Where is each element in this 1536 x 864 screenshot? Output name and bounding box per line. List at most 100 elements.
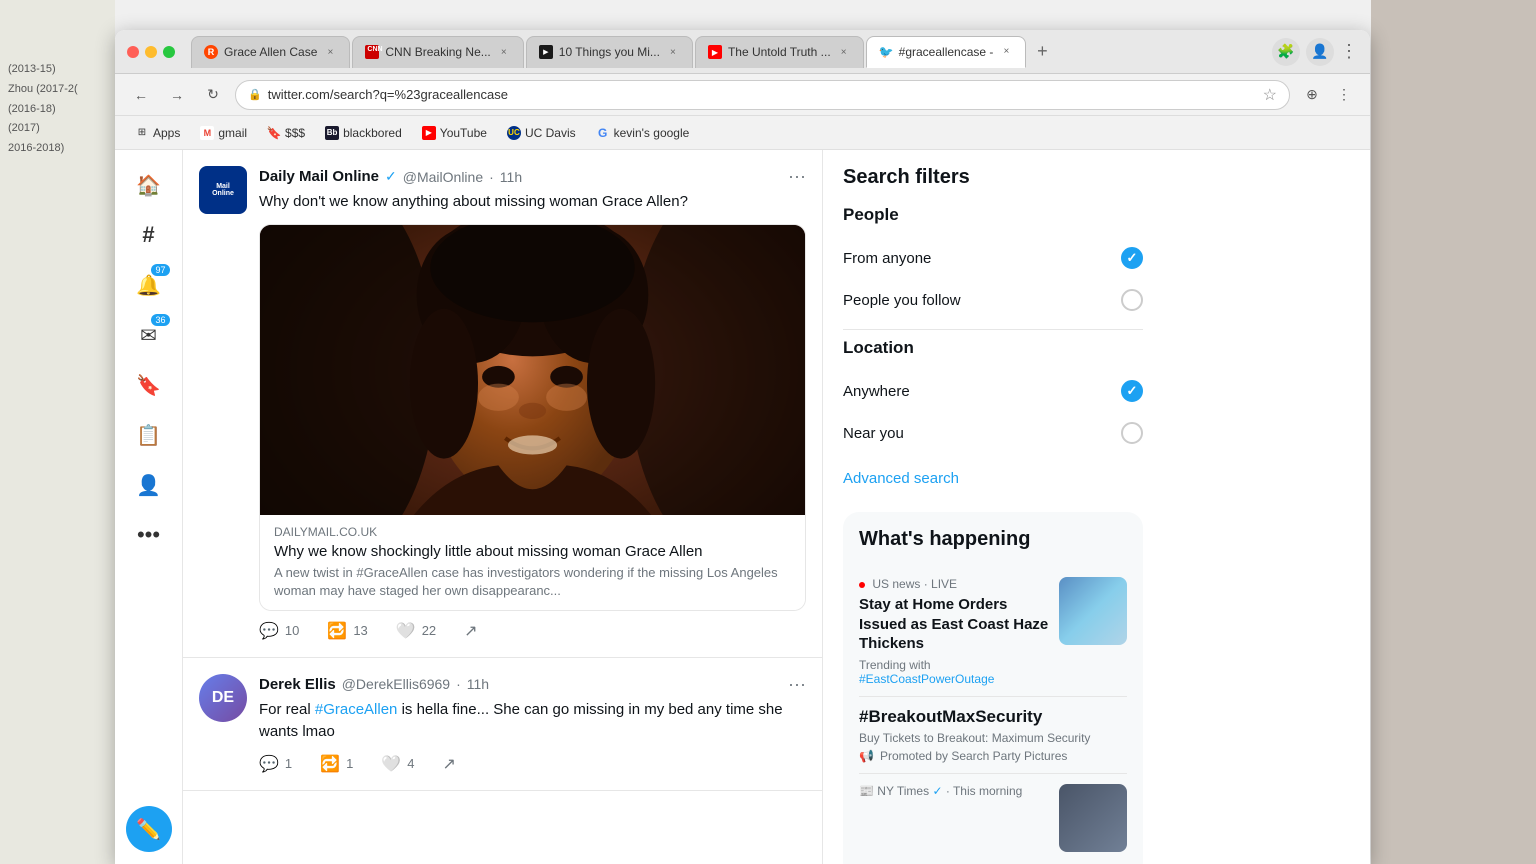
trending-headline-eastcoast: Stay at Home Orders Issued as East Coast… — [859, 595, 1049, 654]
trending-image-eastcoast — [1059, 577, 1127, 645]
trending-hashtag-link[interactable]: #EastCoastPowerOutage — [859, 672, 994, 686]
tweet-author-name-derek: Derek Ellis — [259, 676, 336, 693]
tweet-more-derek-button[interactable]: ··· — [788, 674, 806, 695]
tweet-card-metadata: dailymail.co.uk Why we know shockingly l… — [260, 515, 805, 610]
reload-button[interactable]: ↻ — [199, 81, 227, 109]
forward-button[interactable]: → — [163, 81, 191, 109]
tab-label-cnn: CNN Breaking Ne... — [385, 45, 490, 59]
tab-twitter-active[interactable]: 🐦 #graceallencase - × — [866, 36, 1027, 68]
share-button[interactable]: ↗ — [464, 621, 477, 641]
retweet-count: 13 — [353, 623, 367, 638]
bookmark-star-icon[interactable]: ☆ — [1263, 85, 1277, 105]
search-filters-title: Search filters — [843, 166, 1143, 189]
profile-button[interactable]: 👤 — [1306, 38, 1334, 66]
tab-close-grace-allen[interactable]: × — [323, 45, 337, 59]
tab-favicon-grace-allen: R — [204, 45, 218, 59]
title-bar: R Grace Allen Case × CNN CNN Breaking Ne… — [115, 30, 1370, 74]
tab-label-ten-things: 10 Things you Mi... — [559, 45, 660, 59]
retweet-derek-button[interactable]: 🔁 1 — [320, 754, 353, 774]
filter-near-you-radio[interactable] — [1121, 422, 1143, 444]
tweet-card-description: A new twist in #GraceAllen case has inve… — [274, 564, 791, 600]
trending-text-eastcoast: US news · LIVE Stay at Home Orders Issue… — [859, 577, 1049, 686]
more-dots-icon: ••• — [137, 522, 160, 548]
people-filter-title: People — [843, 205, 1143, 225]
tweet-text: Why don't we know anything about missing… — [259, 191, 806, 214]
tweet-author-handle: @MailOnline — [403, 169, 483, 185]
sidebar-item-more[interactable]: ••• — [126, 512, 172, 558]
nytimes-source: NY Times — [877, 784, 929, 798]
new-tab-button[interactable]: + — [1028, 38, 1056, 66]
tab-label-twitter: #graceallencase - — [899, 45, 994, 59]
close-window-button[interactable] — [127, 46, 139, 58]
trending-item-breakout[interactable]: #BreakoutMaxSecurity Buy Tickets to Brea… — [859, 697, 1127, 774]
bookmark-youtube[interactable]: ▶ YouTube — [414, 122, 495, 144]
maximize-window-button[interactable] — [163, 46, 175, 58]
bookmark-blackbored[interactable]: Bb blackbored — [317, 122, 410, 144]
bookmark-ucdavis-label: UC Davis — [525, 126, 576, 140]
bookmark-ucdavis[interactable]: UC UC Davis — [499, 122, 584, 144]
tab-cnn[interactable]: CNN CNN Breaking Ne... × — [352, 36, 523, 68]
sidebar-item-profile[interactable]: 👤 — [126, 462, 172, 508]
tweet-author-name: Daily Mail Online — [259, 168, 379, 185]
minimize-window-button[interactable] — [145, 46, 157, 58]
like-heart-icon: 🤍 — [381, 754, 401, 774]
extensions-button[interactable]: 🧩 — [1272, 38, 1300, 66]
share-derek-button[interactable]: ↗ — [442, 754, 455, 774]
tweet-content: Daily Mail Online ✓ @MailOnline · 11h ··… — [259, 166, 806, 641]
location-filter-title: Location — [843, 338, 1143, 358]
filter-people-you-follow[interactable]: People you follow — [843, 279, 1143, 321]
retweet-count-derek: 1 — [346, 756, 353, 771]
trending-item-nytimes[interactable]: 📰 NY Times ✓ · This morning — [859, 774, 1127, 862]
filter-from-anyone[interactable]: From anyone — [843, 237, 1143, 279]
like-button[interactable]: 🤍 22 — [396, 621, 436, 641]
trending-item-eastcoast[interactable]: US news · LIVE Stay at Home Orders Issue… — [859, 567, 1127, 697]
tab-untold-truth[interactable]: ▶ The Untold Truth ... × — [695, 36, 864, 68]
tweet-more-options-button[interactable]: ··· — [788, 166, 806, 187]
sidebar-item-explore[interactable]: # — [126, 212, 172, 258]
retweet-button[interactable]: 🔁 13 — [327, 621, 367, 641]
filter-people-you-follow-radio[interactable] — [1121, 289, 1143, 311]
security-icon: 🔒 — [248, 88, 262, 101]
sidebar-item-messages[interactable]: ✉ 36 — [126, 312, 172, 358]
bookmark-tab-button[interactable]: ⊕ — [1298, 81, 1326, 109]
tab-close-cnn[interactable]: × — [497, 45, 511, 59]
bookmark-apps[interactable]: ⊞ Apps — [127, 122, 188, 144]
tab-close-ten-things[interactable]: × — [666, 45, 680, 59]
navigation-bar: ← → ↻ 🔒 twitter.com/search?q=%23graceall… — [115, 74, 1370, 116]
tab-ten-things[interactable]: ▶ 10 Things you Mi... × — [526, 36, 693, 68]
tweet-link-card[interactable]: dailymail.co.uk Why we know shockingly l… — [259, 224, 806, 611]
compose-tweet-button[interactable]: ✏️ — [126, 806, 172, 852]
compose-edit-icon: ✏️ — [136, 817, 161, 842]
back-button[interactable]: ← — [127, 81, 155, 109]
advanced-search-link[interactable]: Advanced search — [843, 470, 959, 487]
tab-close-twitter[interactable]: × — [999, 45, 1013, 59]
bookmark-kevin-google[interactable]: G kevin's google — [588, 122, 698, 144]
retweet-icon: 🔁 — [327, 621, 347, 641]
filter-anywhere-radio[interactable] — [1121, 380, 1143, 402]
avatar-text-line2: Online — [212, 190, 234, 197]
bookmark-gmail[interactable]: M gmail — [192, 122, 255, 144]
sidebar-item-notifications[interactable]: 🔔 97 — [126, 262, 172, 308]
sidebar-item-lists[interactable]: 📋 — [126, 412, 172, 458]
lists-icon: 📋 — [136, 423, 161, 448]
tab-close-untold-truth[interactable]: × — [837, 45, 851, 59]
filter-from-anyone-radio[interactable] — [1121, 247, 1143, 269]
filter-anywhere[interactable]: Anywhere — [843, 370, 1143, 412]
like-heart-icon: 🤍 — [396, 621, 416, 641]
address-bar[interactable]: 🔒 twitter.com/search?q=%23graceallencase… — [235, 80, 1290, 110]
notifications-bell-icon: 🔔 — [136, 273, 161, 298]
promoted-icon: 📢 — [859, 749, 874, 763]
filter-near-you[interactable]: Near you — [843, 412, 1143, 454]
hashtag-graceallen-link[interactable]: #GraceAllen — [315, 701, 398, 718]
menu-button[interactable]: ⋮ — [1340, 41, 1358, 62]
reply-derek-button[interactable]: 💬 1 — [259, 754, 292, 774]
more-actions-button[interactable]: ⋮ — [1330, 81, 1358, 109]
reply-button[interactable]: 💬 10 — [259, 621, 299, 641]
tab-grace-allen[interactable]: R Grace Allen Case × — [191, 36, 350, 68]
filter-near-you-label: Near you — [843, 425, 904, 442]
bookmark-money-label: $$$ — [285, 126, 305, 140]
bookmark-money[interactable]: 🔖 $$$ — [259, 122, 313, 144]
sidebar-item-home[interactable]: 🏠 — [126, 162, 172, 208]
sidebar-item-bookmarks[interactable]: 🔖 — [126, 362, 172, 408]
like-derek-button[interactable]: 🤍 4 — [381, 754, 414, 774]
